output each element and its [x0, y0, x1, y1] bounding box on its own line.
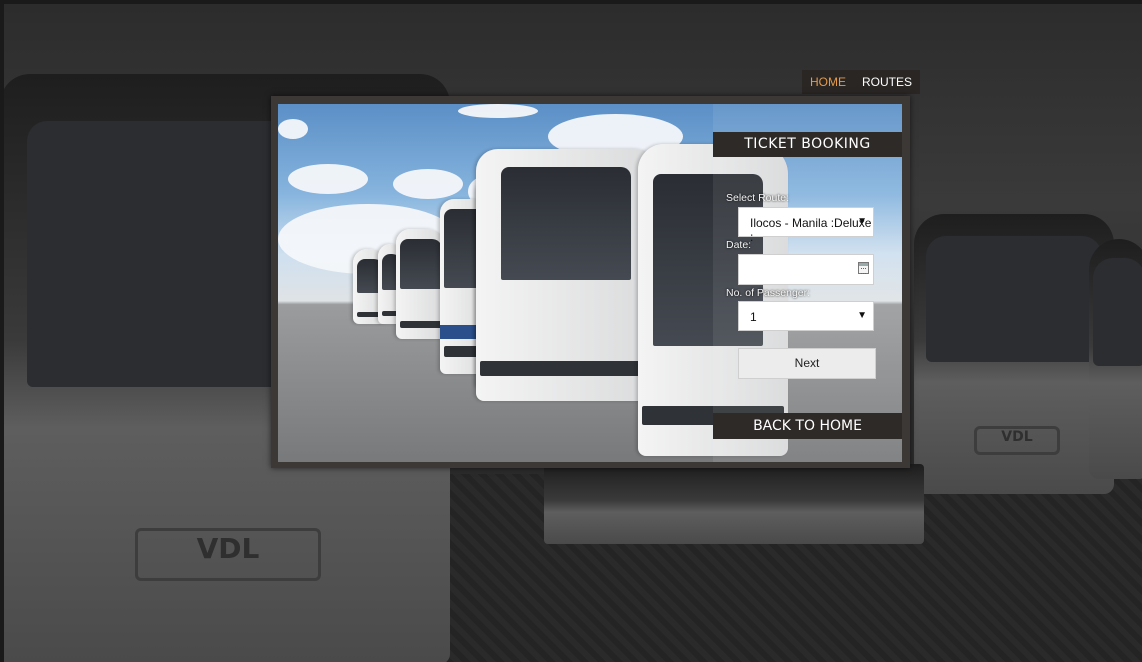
passenger-label: No. of Passenger:: [726, 287, 811, 299]
bus-logo: VDL: [135, 528, 321, 582]
ticket-booking-form: TICKET BOOKING Select Route: Ilocos - Ma…: [713, 104, 902, 462]
background-bus-right-1: VDL: [914, 214, 1114, 494]
booking-panel: TICKET BOOKING Select Route: Ilocos - Ma…: [271, 96, 910, 468]
top-nav: HOME ROUTES: [802, 70, 921, 94]
back-to-home-button[interactable]: BACK TO HOME: [713, 413, 902, 439]
hero-bus: [476, 149, 661, 401]
hero-bus: [396, 229, 446, 339]
calendar-icon[interactable]: [858, 262, 869, 274]
chevron-down-icon: ▼: [857, 216, 867, 227]
background-bus-center: [544, 464, 924, 544]
chevron-down-icon: ▼: [857, 310, 867, 321]
next-button[interactable]: Next: [738, 348, 876, 379]
route-label: Select Route:: [726, 192, 790, 204]
background-bus-right-2: [1089, 239, 1142, 479]
route-select-value: Ilocos - Manila :Deluxe :: [750, 216, 872, 244]
nav-home[interactable]: HOME: [802, 70, 854, 94]
passenger-select-value: 1: [750, 310, 757, 324]
passenger-select[interactable]: 1 ▼: [738, 301, 874, 331]
date-input[interactable]: [738, 254, 874, 285]
nav-routes[interactable]: ROUTES: [854, 70, 920, 94]
route-select[interactable]: Ilocos - Manila :Deluxe : ▼: [738, 207, 874, 244]
form-title: TICKET BOOKING: [713, 132, 902, 157]
date-label: Date:: [726, 239, 752, 251]
bus-logo: VDL: [974, 426, 1060, 455]
